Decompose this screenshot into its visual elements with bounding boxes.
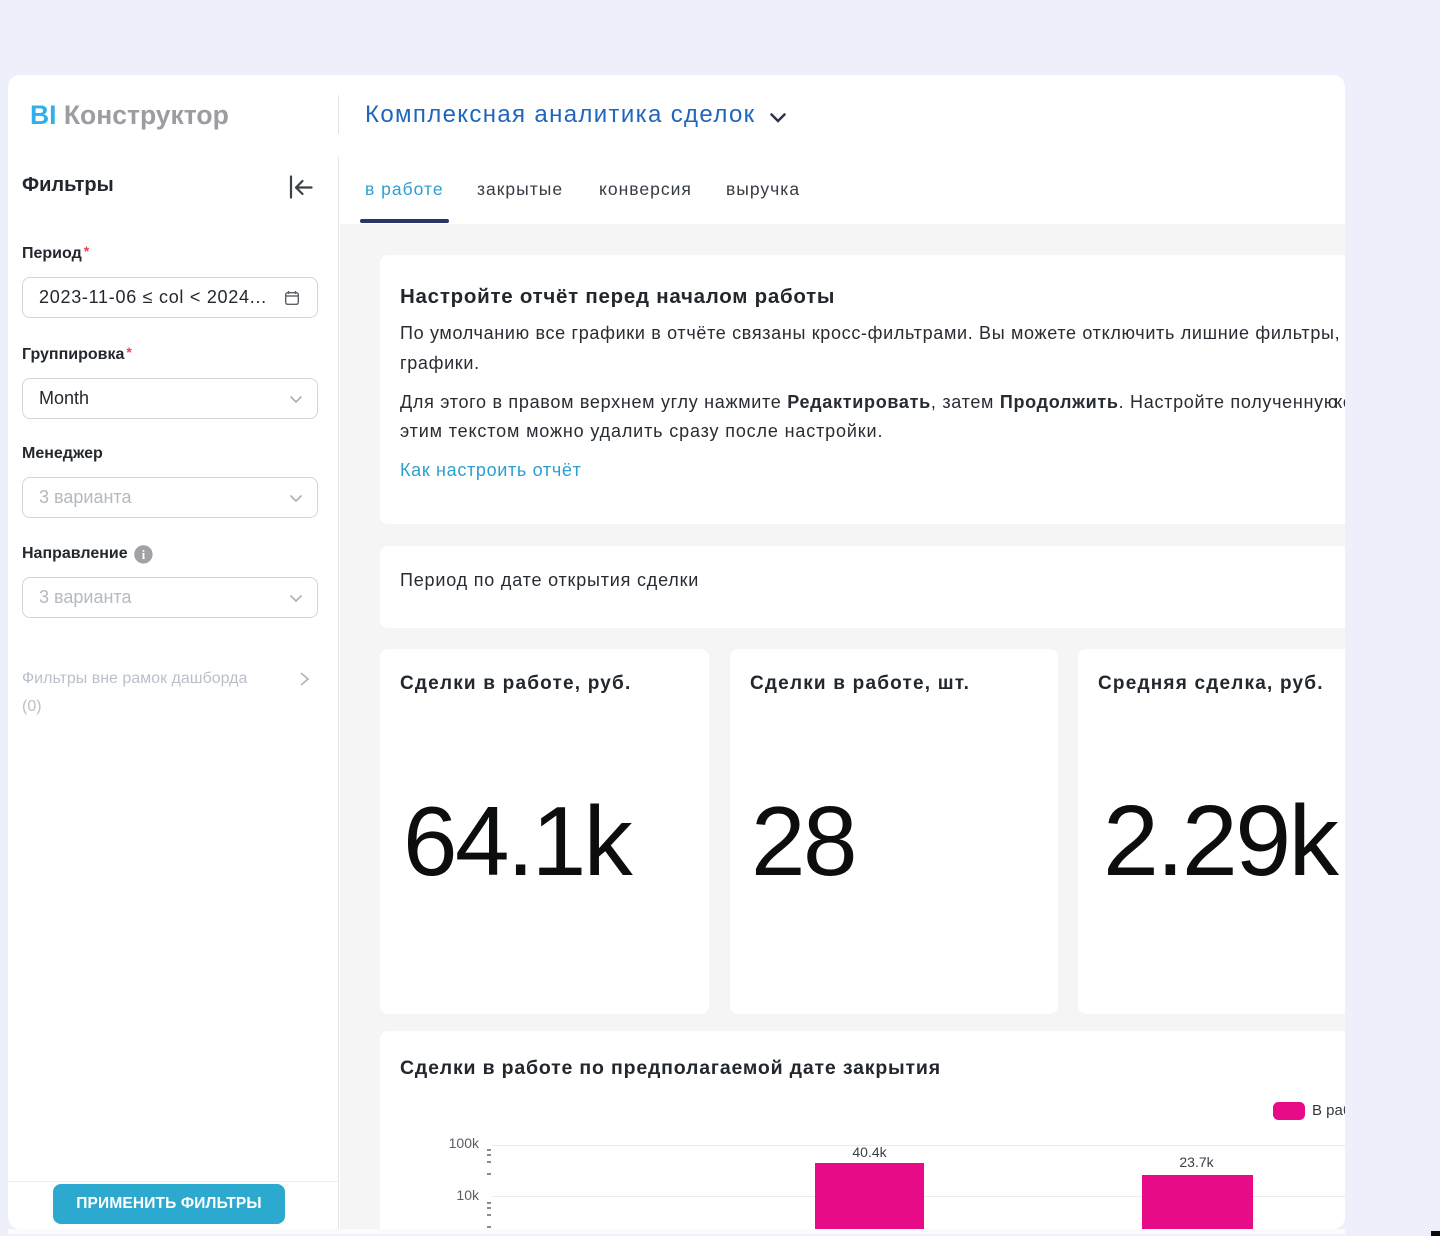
svg-text:i: i <box>141 548 145 562</box>
